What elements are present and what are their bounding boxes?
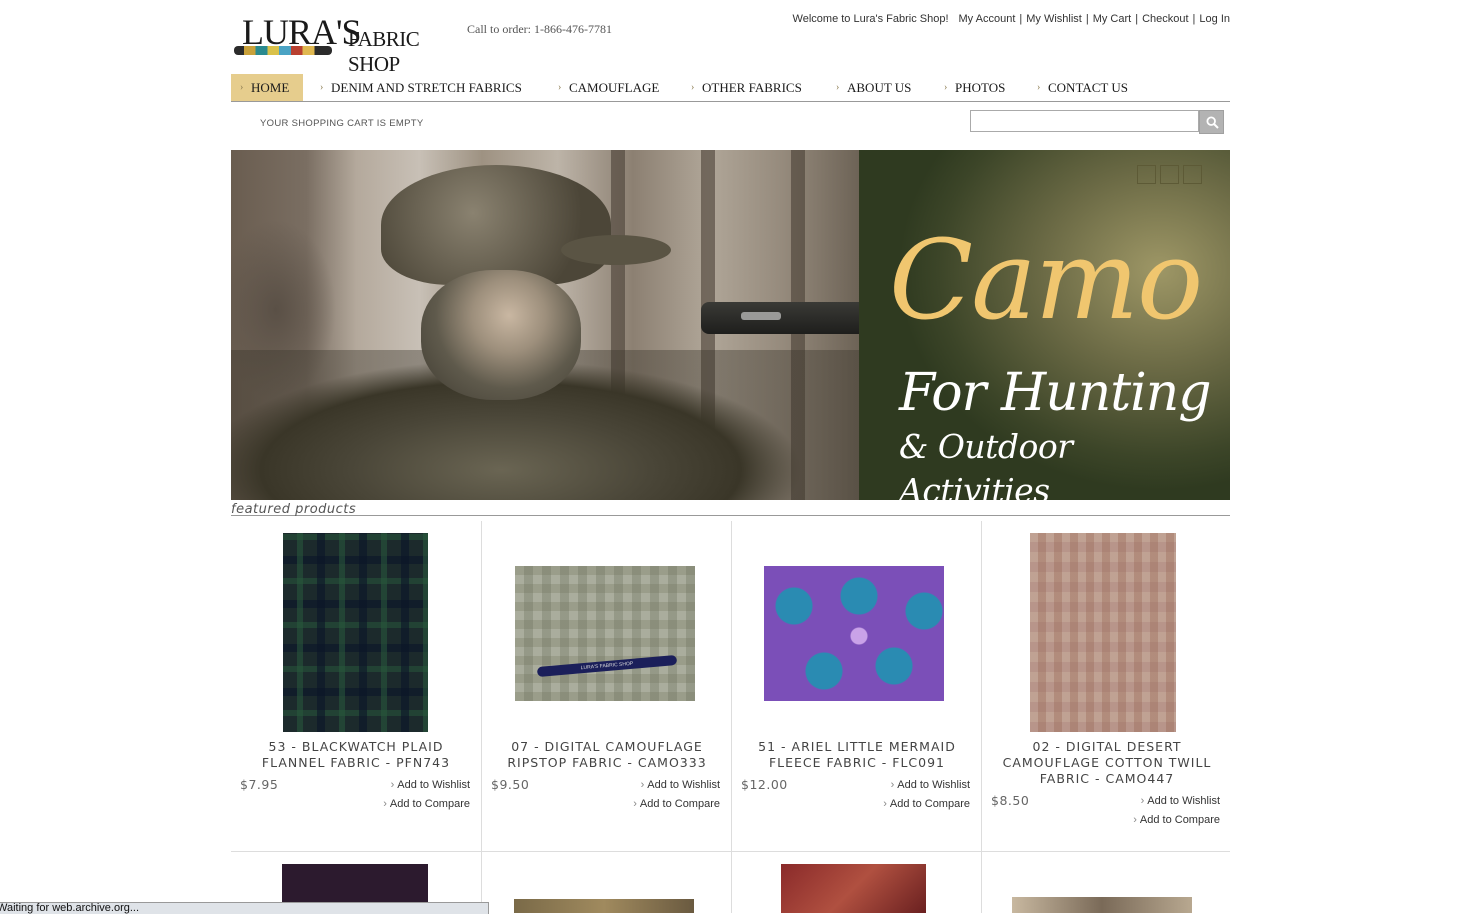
nav-item-about-us[interactable]: › ABOUT US — [827, 74, 925, 101]
product-image[interactable] — [283, 533, 428, 732]
chevron-right-icon: › — [944, 82, 948, 93]
nav-item-label: OTHER FABRICS — [702, 80, 802, 95]
chevron-right-icon: › — [320, 82, 324, 93]
add-to-wishlist-link[interactable]: Add to Wishlist — [1141, 795, 1220, 807]
chevron-right-icon: › — [836, 82, 840, 93]
add-to-wishlist-link[interactable]: Add to Wishlist — [891, 779, 970, 791]
nav-item-label: DENIM AND STRETCH FABRICS — [331, 80, 522, 95]
link-separator: | — [1085, 13, 1089, 25]
chevron-right-icon: › — [1037, 82, 1041, 93]
pen-image: LURA'S FABRIC SHOP — [536, 654, 678, 678]
promo-subline: For Hunting — [899, 363, 1212, 423]
hunter-cap-brim — [561, 235, 671, 265]
hunter-face — [421, 270, 581, 400]
nav-item-label: ABOUT US — [847, 80, 912, 95]
product-card: LURA'S FABRIC SHOP 07 - DIGITAL CAMOUFLA… — [481, 521, 731, 851]
add-to-compare-link[interactable]: Add to Compare — [383, 798, 470, 810]
featured-products-title: featured products — [231, 502, 357, 517]
nav-item-denim[interactable]: › DENIM AND STRETCH FABRICS — [311, 74, 536, 101]
logo-stripe-graphic — [234, 46, 332, 55]
chevron-right-icon: › — [558, 82, 562, 93]
nav-item-contact-us[interactable]: › CONTACT US — [1028, 74, 1142, 101]
welcome-message: Welcome to Lura's Fabric Shop! — [792, 13, 949, 25]
slide-dot-1[interactable] — [1137, 165, 1156, 184]
nav-item-camouflage[interactable]: › CAMOUFLAGE — [549, 74, 673, 101]
featured-products-header: featured products — [231, 500, 1230, 517]
hunter-photo — [231, 150, 861, 500]
product-price: $7.95 — [240, 777, 279, 792]
product-card: 53 - BLACKWATCH PLAID FLANNEL FABRIC - P… — [231, 521, 481, 851]
nav-item-label: PHOTOS — [955, 80, 1006, 95]
link-separator: | — [1135, 13, 1139, 25]
hunter-cap — [381, 165, 611, 285]
nav-item-other-fabrics[interactable]: › OTHER FABRICS — [682, 74, 816, 101]
add-to-compare-link[interactable]: Add to Compare — [633, 798, 720, 810]
slide-dot-3[interactable] — [1183, 165, 1202, 184]
add-to-wishlist-link[interactable]: Add to Wishlist — [641, 779, 720, 791]
product-card: 51 - ARIEL LITTLE MERMAID FLEECE FABRIC … — [731, 521, 981, 851]
shotgun — [701, 302, 861, 334]
column-divider — [731, 852, 732, 913]
add-to-wishlist-link[interactable]: Add to Wishlist — [391, 779, 470, 791]
product-image[interactable] — [781, 864, 926, 913]
nav-item-home[interactable]: › HOME — [231, 74, 304, 101]
call-to-order: Call to order: 1-866-476-7781 — [467, 22, 612, 36]
promo-headline: Camo — [889, 216, 1203, 344]
chevron-right-icon: › — [240, 82, 244, 93]
link-separator: | — [1019, 13, 1023, 25]
link-separator: | — [1192, 13, 1196, 25]
promo-panel: Camo For Hunting & Outdoor Activities — [859, 150, 1230, 500]
cart-status[interactable]: YOUR SHOPPING CART IS EMPTY — [260, 118, 423, 129]
promo-subline-2: & Outdoor Activities — [899, 427, 1073, 500]
add-to-compare-link[interactable]: Add to Compare — [1133, 814, 1220, 826]
product-image[interactable] — [1030, 533, 1176, 732]
status-text: Waiting for web.archive.org... — [0, 902, 140, 914]
add-to-compare-link[interactable]: Add to Compare — [883, 798, 970, 810]
product-card: 02 - DIGITAL DESERT CAMOUFLAGE COTTON TW… — [981, 521, 1231, 851]
hero-banner[interactable]: Camo For Hunting & Outdoor Activities — [231, 150, 1230, 500]
my-wishlist-link[interactable]: My Wishlist — [1026, 13, 1082, 25]
shotgun-receiver — [741, 312, 781, 320]
chevron-right-icon: › — [691, 82, 695, 93]
nav-item-label: CAMOUFLAGE — [569, 80, 660, 95]
checkout-link[interactable]: Checkout — [1142, 13, 1188, 25]
nav-item-photos[interactable]: › PHOTOS — [935, 74, 1019, 101]
search-input[interactable] — [970, 110, 1199, 132]
my-account-link[interactable]: My Account — [959, 13, 1016, 25]
product-image[interactable] — [764, 566, 944, 701]
product-image[interactable]: LURA'S FABRIC SHOP — [515, 566, 695, 701]
search-button[interactable] — [1199, 110, 1224, 134]
product-name[interactable]: 02 - DIGITAL DESERT CAMOUFLAGE COTTON TW… — [992, 739, 1222, 787]
browser-status-bar: Waiting for web.archive.org... — [0, 902, 489, 914]
nav-item-label: CONTACT US — [1048, 80, 1128, 95]
site-logo[interactable]: LURA'S FABRIC SHOP — [234, 12, 464, 76]
product-image[interactable] — [514, 899, 694, 913]
column-divider — [981, 852, 982, 913]
product-image[interactable] — [1012, 897, 1192, 913]
pen-imprint: LURA'S FABRIC SHOP — [580, 660, 634, 672]
my-cart-link[interactable]: My Cart — [1093, 13, 1132, 25]
account-links: Welcome to Lura's Fabric Shop! My Account… — [793, 13, 1230, 25]
logo-wordmark: LURA'S — [242, 12, 362, 52]
log-in-link[interactable]: Log In — [1199, 13, 1230, 25]
logo-subtitle: FABRIC SHOP — [348, 27, 420, 76]
product-name[interactable]: 53 - BLACKWATCH PLAID FLANNEL FABRIC - P… — [241, 739, 471, 771]
main-navigation: › HOME › DENIM AND STRETCH FABRICS › CAMOUF… — [231, 74, 1230, 102]
product-price: $9.50 — [491, 777, 530, 792]
slide-pager — [1133, 165, 1202, 189]
nav-item-label: HOME — [251, 80, 290, 95]
product-name[interactable]: 07 - DIGITAL CAMOUFLAGE RIPSTOP FABRIC -… — [492, 739, 722, 771]
slide-dot-2[interactable] — [1160, 165, 1179, 184]
product-name[interactable]: 51 - ARIEL LITTLE MERMAID FLEECE FABRIC … — [742, 739, 972, 771]
product-price: $12.00 — [741, 777, 788, 792]
product-price: $8.50 — [991, 793, 1030, 808]
search-icon — [1206, 116, 1219, 129]
